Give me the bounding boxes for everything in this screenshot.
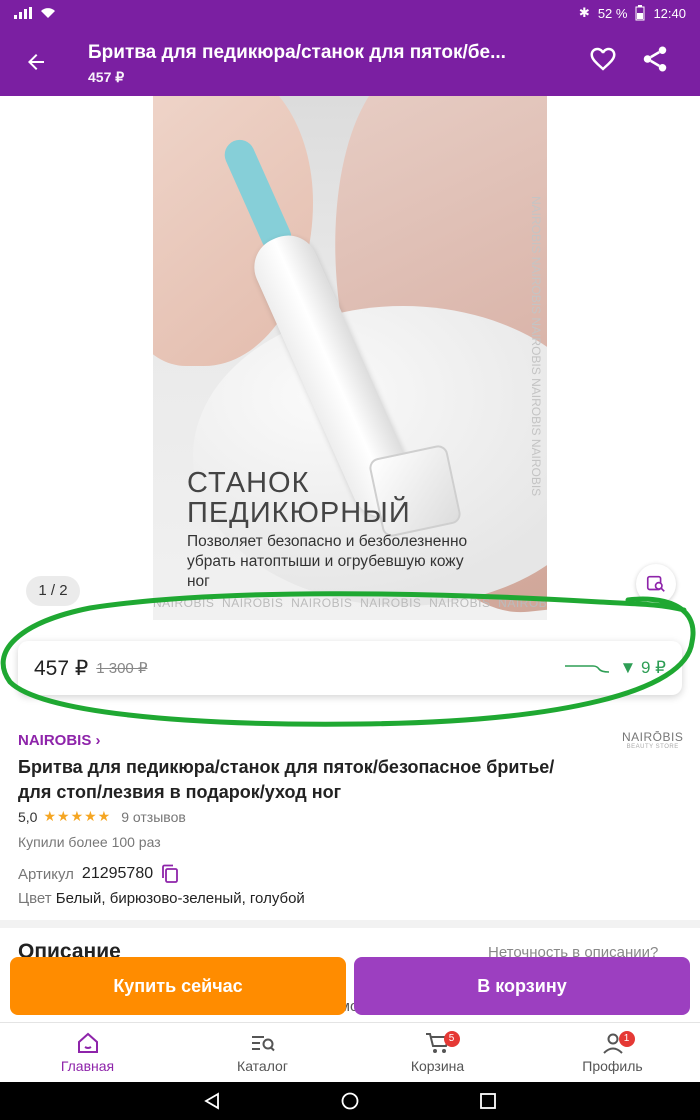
nav-profile[interactable]: 1 Профиль <box>525 1023 700 1082</box>
battery-level: 52 % <box>597 5 628 21</box>
share-icon <box>643 46 667 72</box>
color-value: Белый, бирюзово-зеленый, голубой <box>55 890 305 907</box>
article-row: Артикул 21295780 <box>18 864 179 884</box>
nav-home[interactable]: Главная <box>0 1023 175 1082</box>
watermark-row: NAIROBIS NAIROBIS NAIROBIS NAIROBIS NAIR… <box>153 596 547 610</box>
system-home-icon[interactable] <box>341 1092 359 1110</box>
system-navigation-bar <box>0 1082 700 1120</box>
wifi-icon <box>41 8 55 18</box>
image-headline: СТАНОК ПЕДИКЮРНЫЙ <box>187 467 411 529</box>
copy-icon[interactable] <box>161 864 179 884</box>
image-subtitle: Позволяет безопасно и безболезненно убра… <box>187 533 468 590</box>
favorite-button[interactable] <box>588 44 620 76</box>
buy-now-button[interactable]: Купить сейчас <box>10 957 346 1015</box>
system-recents-icon[interactable] <box>479 1092 497 1110</box>
clock: 12:40 <box>653 5 686 21</box>
star-icon: ★★★★★ <box>43 808 112 824</box>
add-to-cart-button[interactable]: В корзину <box>354 957 690 1015</box>
image-search-icon <box>646 575 665 592</box>
share-button[interactable] <box>640 44 672 76</box>
color-row: Цвет Белый, бирюзово-зеленый, голубой <box>18 890 305 907</box>
price-history[interactable]: ▼ 9 ₽ <box>563 658 666 678</box>
visual-search-button[interactable] <box>636 564 676 604</box>
app-header: Бритва для педикюра/станок для пяток/бе.… <box>0 26 700 96</box>
battery-icon <box>635 5 645 21</box>
header-price: 457 ₽ <box>88 69 125 85</box>
purchase-count: Купили более 100 раз <box>18 834 161 850</box>
signal-icon <box>14 7 32 19</box>
profile-badge: 1 <box>618 1031 635 1047</box>
nav-label: Профиль <box>582 1057 643 1074</box>
arrow-left-icon <box>28 54 44 70</box>
old-price: 1 300 ₽ <box>96 660 148 677</box>
price-drop: ▼ 9 ₽ <box>619 658 666 677</box>
heart-icon <box>590 47 616 71</box>
system-back-icon[interactable] <box>203 1092 221 1110</box>
watermark-column: NAIROBIS NAIROBIS NAIROBIS NAIROBIS NAIR… <box>529 196 543 497</box>
nav-cart[interactable]: 5 Корзина <box>350 1023 525 1082</box>
image-counter: 1 / 2 <box>26 576 80 606</box>
nav-label: Корзина <box>410 1057 465 1074</box>
reviews-count[interactable]: 9 отзывов <box>121 809 186 825</box>
price-trend-icon <box>565 665 610 673</box>
status-bar: ✱ 52 % 12:40 <box>0 0 700 26</box>
product-title: Бритва для педикюра/станок для пяток/без… <box>18 757 555 802</box>
nav-catalog[interactable]: Каталог <box>175 1023 350 1082</box>
home-icon <box>77 1032 98 1053</box>
back-button[interactable] <box>18 44 54 80</box>
color-label: Цвет <box>18 890 52 907</box>
bottom-navigation: Главная Каталог 5 Корзина 1 Профиль <box>0 1022 700 1082</box>
section-divider <box>0 920 700 928</box>
cart-badge: 5 <box>443 1031 460 1047</box>
bluetooth-icon: ✱ <box>578 5 590 20</box>
nav-label: Главная <box>60 1057 115 1074</box>
catalog-search-icon <box>251 1035 275 1051</box>
price-card: 457 ₽ 1 300 ₽ ▼ 9 ₽ <box>18 641 682 695</box>
nav-label: Каталог <box>237 1057 288 1074</box>
article-label: Артикул <box>18 865 74 883</box>
current-price: 457 ₽ <box>34 656 89 680</box>
product-image[interactable]: СТАНОК ПЕДИКЮРНЫЙ Позволяет безопасно и … <box>153 96 547 620</box>
article-value: 21295780 <box>81 865 154 882</box>
brand-logo: NAIRŌBIS BEAUTY STORE <box>622 730 684 750</box>
header-title: Бритва для педикюра/станок для пяток/бе.… <box>88 42 506 63</box>
brand-link[interactable]: NAIROBIS › <box>18 732 101 749</box>
rating-row[interactable]: 5,0 ★★★★★ 9 отзывов <box>18 808 186 825</box>
rating-value: 5,0 <box>18 808 38 825</box>
